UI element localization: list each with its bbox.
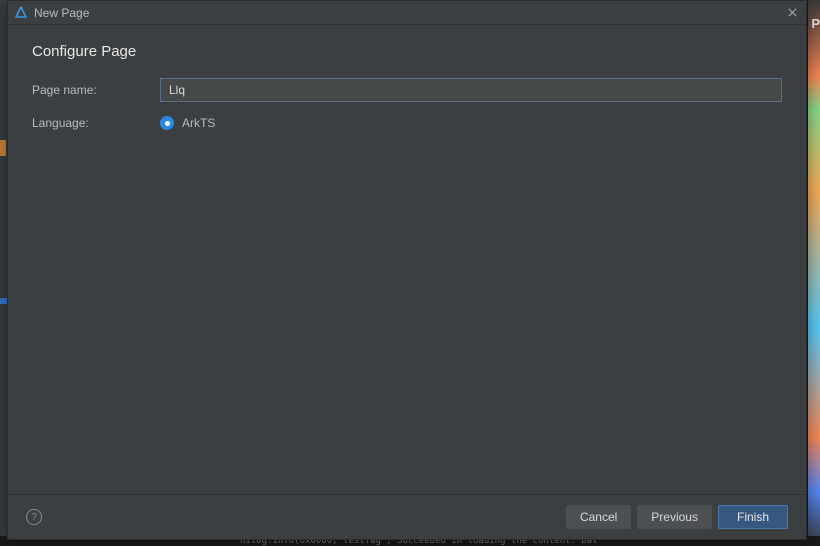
- page-name-label: Page name:: [32, 83, 160, 97]
- close-icon[interactable]: [784, 5, 800, 21]
- page-name-row: Page name:: [32, 78, 782, 102]
- content-spacer: [32, 144, 782, 494]
- dialog-titlebar: New Page: [8, 1, 806, 25]
- language-label: Language:: [32, 116, 160, 130]
- radio-selected-icon: [160, 116, 174, 130]
- dialog-footer: ? Cancel Previous Finish: [8, 495, 806, 539]
- help-glyph: ?: [31, 512, 37, 523]
- dialog-content: Configure Page Page name: Language: ArkT…: [8, 25, 806, 494]
- dialog-title: New Page: [34, 6, 784, 20]
- app-icon: [14, 6, 28, 20]
- cancel-button[interactable]: Cancel: [566, 505, 631, 529]
- backdrop-right-strip: P: [808, 0, 820, 546]
- language-option-label: ArkTS: [182, 116, 215, 130]
- finish-button[interactable]: Finish: [718, 505, 788, 529]
- previous-button[interactable]: Previous: [637, 505, 712, 529]
- language-radio-arkts[interactable]: ArkTS: [160, 116, 215, 130]
- new-page-dialog: New Page Configure Page Page name: Langu…: [7, 0, 807, 540]
- backdrop-gutter-warn: [0, 140, 6, 156]
- language-row: Language: ArkTS: [32, 116, 782, 130]
- backdrop-right-label: P: [811, 16, 820, 31]
- help-icon[interactable]: ?: [26, 509, 42, 525]
- page-name-input[interactable]: [160, 78, 782, 102]
- page-heading: Configure Page: [32, 43, 782, 60]
